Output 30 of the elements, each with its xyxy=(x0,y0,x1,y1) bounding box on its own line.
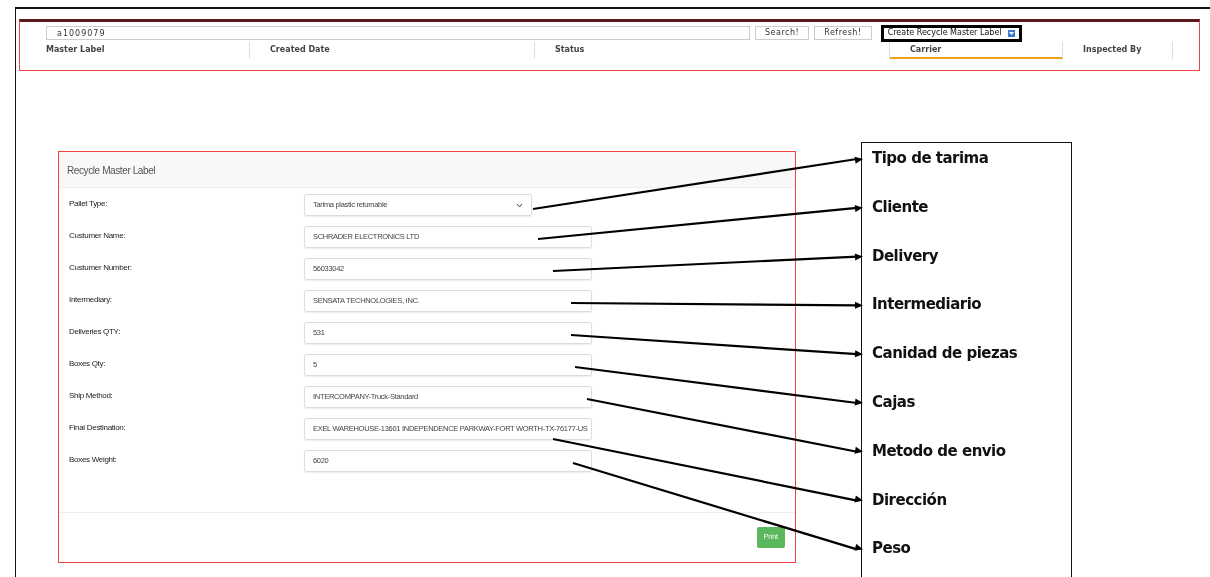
search-field[interactable]: a1009079 xyxy=(46,26,750,40)
column-header[interactable]: Carrier xyxy=(890,42,1063,59)
create-dropdown[interactable]: Create Recycle Master Label xyxy=(880,24,1022,42)
annotation-label: Dirección xyxy=(872,489,948,511)
refresh-button[interactable]: Refresh! xyxy=(814,26,872,40)
field-label: Deliveries QTY: xyxy=(68,326,122,338)
field-label: Custumer Number: xyxy=(68,262,133,274)
field-label: Boxes Qty: xyxy=(68,358,107,370)
column-header[interactable]: Created Date xyxy=(250,42,535,59)
annotation-label: Cliente xyxy=(872,196,929,218)
annotation-label: Peso xyxy=(872,538,912,560)
field-label: Boxes Weight: xyxy=(68,454,118,466)
annotation-label: Intermediario xyxy=(872,294,983,316)
field-label: Intermediary: xyxy=(68,294,113,306)
chevron-down-icon xyxy=(516,202,523,208)
field-label: Final Destination: xyxy=(68,422,127,434)
field-label: Custumer Name: xyxy=(68,230,127,242)
field-label: Ship Method: xyxy=(68,390,114,402)
annotation-label: Canidad de piezas xyxy=(872,343,1019,365)
field-label: Pallet Type: xyxy=(68,198,109,210)
search-button[interactable]: Search! xyxy=(755,26,810,40)
annotation-label: Metodo de envio xyxy=(872,440,1007,462)
column-header[interactable]: Master Label xyxy=(20,42,250,59)
annotation-label: Cajas xyxy=(872,392,916,413)
column-header[interactable]: Inspected By xyxy=(1063,42,1173,59)
annotation-label: Tipo de tarima xyxy=(872,148,990,169)
form-title: Recycle Master Label xyxy=(59,152,795,188)
dropdown-icon xyxy=(1007,29,1015,37)
column-header[interactable]: Status xyxy=(535,42,890,59)
annotation-label: Delivery xyxy=(872,245,940,267)
